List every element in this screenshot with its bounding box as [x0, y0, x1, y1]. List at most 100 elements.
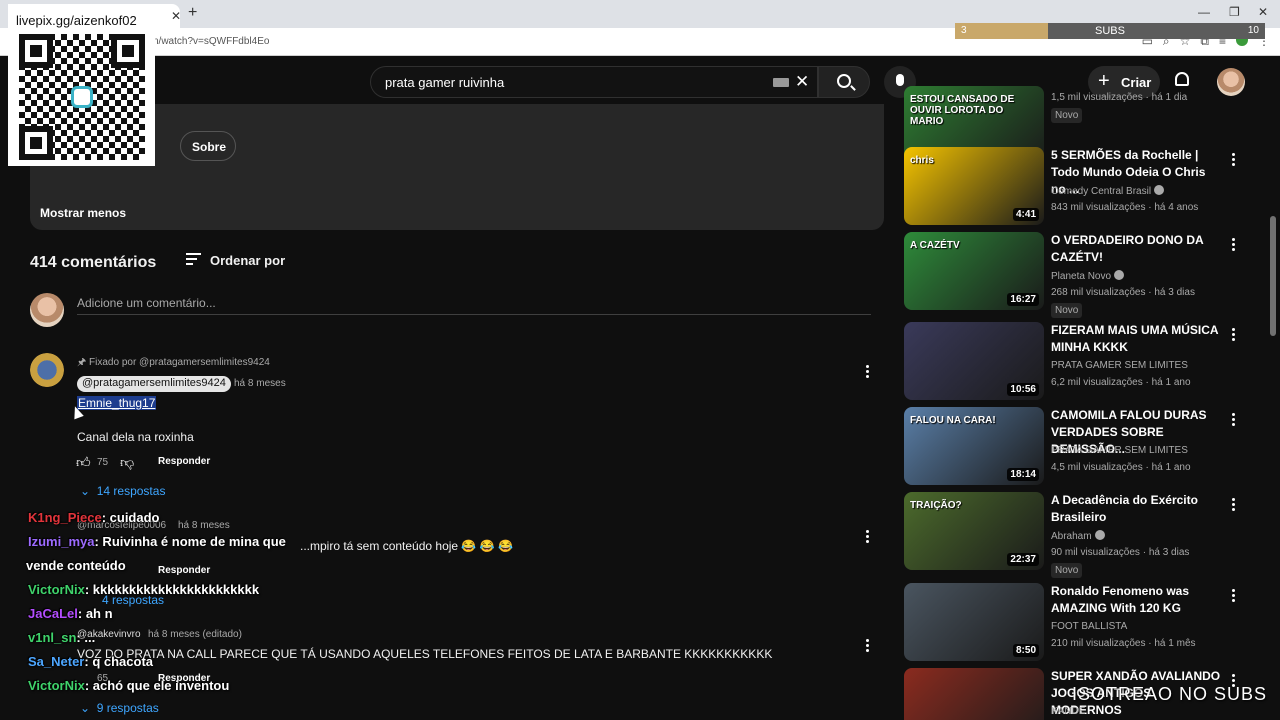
subs-goal-widget: 3 SUBS 10: [955, 23, 1265, 39]
user-avatar: [30, 293, 64, 327]
sort-button[interactable]: Ordenar por: [210, 253, 285, 268]
video-channel[interactable]: FOOT BALLISTA: [1051, 621, 1127, 632]
search-query[interactable]: prata gamer ruivinha: [385, 75, 504, 90]
page-scrollbar[interactable]: [1270, 216, 1276, 336]
video-duration: 16:27: [1007, 293, 1039, 306]
pinned-label: 🖈 Fixado por @pratagamersemlimites9424: [77, 357, 270, 368]
video-channel[interactable]: Planeta Novo: [1051, 270, 1125, 282]
about-button[interactable]: Sobre: [180, 131, 236, 161]
chat-text: vende conteúdo: [26, 558, 126, 573]
video-meta: 843 mil visualizações · há 4 anos: [1051, 202, 1199, 213]
qr-code-icon: [19, 34, 145, 160]
keyboard-icon[interactable]: [773, 78, 789, 87]
video-menu-icon[interactable]: [1232, 153, 1236, 168]
chat-text: : kkkkkkkkkkkkkkkkkkkkkkk: [84, 582, 260, 597]
new-badge: Novo: [1051, 563, 1083, 578]
video-menu-icon[interactable]: [1232, 413, 1236, 428]
search-input[interactable]: prata gamer ruivinha ✕: [370, 66, 818, 98]
show-less-button[interactable]: Mostrar menos: [40, 206, 126, 220]
comment-menu-icon[interactable]: [866, 530, 870, 545]
video-meta: 4,5 mil visualizações · há 1 ano: [1051, 462, 1191, 473]
chat-username: Sa_Neter: [28, 654, 85, 669]
chat-message: JaCaLel: ah n: [28, 606, 113, 621]
chat-message: Sa_Neter: q chacota: [28, 654, 153, 669]
video-menu-icon[interactable]: [1232, 328, 1236, 343]
comment-author[interactable]: @pratagamersemlimites9424: [77, 376, 231, 392]
reply-button[interactable]: Responder: [158, 456, 210, 467]
show-replies-button[interactable]: ⌄ 14 respostas: [80, 484, 165, 498]
video-channel[interactable]: KANDE: [1051, 706, 1085, 717]
chat-username: K1ng_Piece: [28, 510, 102, 525]
thumbnail-caption: FALOU NA CARA!: [910, 415, 996, 426]
video-menu-icon[interactable]: [1232, 498, 1236, 513]
comment-menu-icon[interactable]: [866, 365, 870, 380]
comment-text: Canal dela na roxinha: [77, 430, 194, 444]
url-text[interactable]: n/watch?v=sQWFFdbl4Eo: [153, 36, 269, 47]
chat-message: Izumi_mya: Ruivinha é nome de mina que: [28, 534, 286, 549]
video-description: Sobre Mostrar menos: [30, 104, 884, 230]
new-tab-icon[interactable]: +: [188, 4, 197, 22]
video-meta: 6,2 mil visualizações · há 1 ano: [1051, 377, 1191, 388]
account-avatar[interactable]: [1217, 68, 1245, 96]
comment-time[interactable]: há 8 meses: [178, 520, 230, 531]
like-count: 75: [97, 457, 109, 468]
minimize-icon[interactable]: —: [1198, 5, 1210, 19]
chat-text: : cuidado: [101, 510, 160, 525]
reply-button[interactable]: Responder: [158, 565, 210, 576]
new-badge: Novo: [1051, 303, 1083, 318]
comment-text: ...mpiro tá sem conteúdo hoje 😂 😂 😂: [300, 539, 513, 553]
video-menu-icon[interactable]: [1232, 589, 1236, 604]
video-thumbnail[interactable]: 10:56: [904, 322, 1044, 400]
chat-message: v1nl_sn: ...: [28, 630, 95, 645]
video-duration: 4:41: [1012, 208, 1039, 221]
video-thumbnail[interactable]: [904, 668, 1044, 720]
video-thumbnail[interactable]: 8:50: [904, 583, 1044, 661]
video-title[interactable]: FIZERAM MAIS UMA MÚSICA MINHA KKKK: [1051, 322, 1223, 356]
search-button[interactable]: [818, 66, 870, 98]
video-title[interactable]: A Decadência do Exército Brasileiro: [1051, 492, 1223, 526]
chat-text: : q chacota: [84, 654, 153, 669]
video-duration: 22:37: [1007, 553, 1039, 566]
thumbnail-caption: chris: [910, 155, 934, 166]
commenter-avatar[interactable]: [30, 353, 64, 387]
like-icon[interactable]: 👍︎: [76, 454, 91, 471]
video-menu-icon[interactable]: [1232, 238, 1236, 253]
show-replies-button[interactable]: ⌄ 9 respostas: [80, 701, 159, 715]
video-channel[interactable]: PRATA GAMER SEM LIMITES: [1051, 445, 1188, 456]
video-title[interactable]: Ronaldo Fenomeno was AMAZING With 120 KG: [1051, 583, 1223, 617]
video-title[interactable]: O VERDADEIRO DONO DA CAZÉTV!: [1051, 232, 1223, 266]
chat-text: : Ruivinha é nome de mina que: [94, 534, 286, 549]
donation-qr-overlay: livepix.gg/aizenkof02: [8, 4, 155, 166]
notifications-bell-icon[interactable]: [1175, 72, 1189, 86]
comment-time[interactable]: há 8 meses (editado): [148, 629, 242, 640]
new-badge: Novo: [1051, 108, 1083, 123]
thumbnail-caption: ESTOU CANSADO DE OUVIR LOROTA DO MARIO: [910, 94, 1015, 127]
close-tab-icon[interactable]: ✕: [171, 9, 181, 23]
search-icon: [837, 74, 851, 88]
comments-count: 414 comentários: [30, 254, 157, 271]
maximize-icon[interactable]: ❐: [1229, 5, 1240, 19]
sort-icon[interactable]: [186, 253, 201, 268]
video-thumbnail[interactable]: A CAZÉTV 16:27: [904, 232, 1044, 310]
chat-text: : ah n: [77, 606, 113, 621]
video-meta: 268 mil visualizações · há 3 dias: [1051, 287, 1195, 298]
video-thumbnail[interactable]: chris 4:41: [904, 147, 1044, 225]
comment-mention[interactable]: Emnie_thug17: [77, 396, 157, 410]
video-channel[interactable]: PRATA GAMER SEM LIMITES: [1051, 360, 1188, 371]
dislike-icon[interactable]: 👎︎: [120, 454, 134, 471]
add-comment-input[interactable]: Adicione um comentário...: [77, 296, 216, 310]
comment-menu-icon[interactable]: [866, 639, 870, 654]
video-channel[interactable]: Abraham: [1051, 530, 1105, 542]
video-channel[interactable]: Comedy Central Brasil: [1051, 185, 1165, 197]
clear-search-icon[interactable]: ✕: [795, 72, 809, 92]
subs-goal: 10: [1247, 25, 1259, 36]
subs-current: 3: [961, 25, 967, 36]
video-thumbnail[interactable]: FALOU NA CARA! 18:14: [904, 407, 1044, 485]
video-meta: 210 mil visualizações · há 1 mês: [1051, 638, 1196, 649]
chat-username: VictorNix: [28, 582, 85, 597]
chat-message: VictorNix: kkkkkkkkkkkkkkkkkkkkkkk: [28, 582, 259, 597]
video-thumbnail[interactable]: TRAIÇÃO? 22:37: [904, 492, 1044, 570]
about-label: Sobre: [192, 140, 227, 154]
window-close-icon[interactable]: ✕: [1258, 5, 1268, 19]
comment-time[interactable]: há 8 meses: [234, 378, 286, 389]
